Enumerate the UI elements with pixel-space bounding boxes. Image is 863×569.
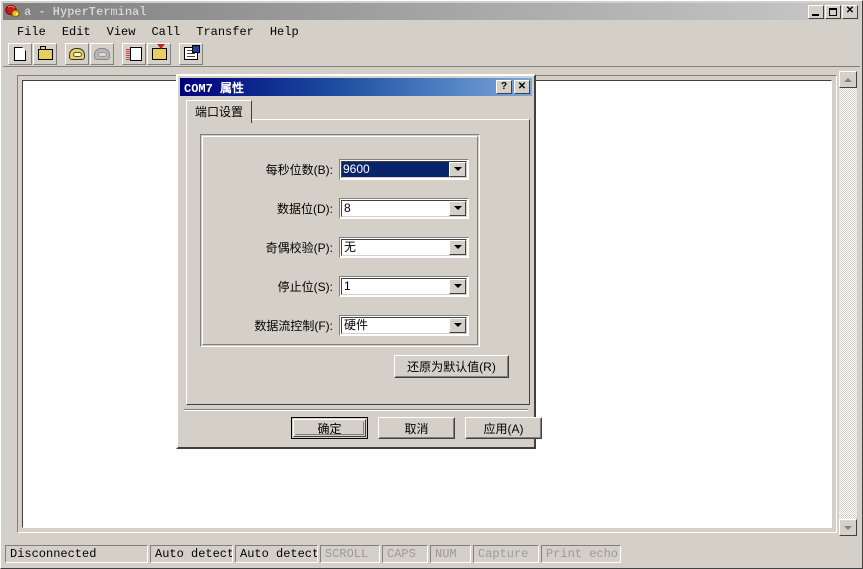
dialog-help-button[interactable]: ? bbox=[496, 80, 512, 94]
send-file-icon bbox=[126, 46, 142, 61]
terminal-vertical-scrollbar[interactable] bbox=[839, 71, 857, 536]
status-protocol: Auto detect bbox=[150, 545, 233, 563]
chevron-down-icon bbox=[844, 525, 852, 530]
combo-arrow-data-bits[interactable] bbox=[449, 200, 466, 216]
maximize-button[interactable] bbox=[825, 4, 841, 19]
menu-item-view[interactable]: View bbox=[99, 24, 144, 40]
hyperterminal-window: a - HyperTerminal File Edit View Call Tr… bbox=[0, 0, 863, 569]
dialog-tabstrip: 端口设置 bbox=[186, 100, 526, 123]
dialog-titlebar[interactable]: COM7 属性 ? ✕ bbox=[180, 78, 532, 96]
field-flow-control: 数据流控制(F): 硬件 bbox=[201, 314, 481, 336]
window-controls bbox=[807, 4, 858, 19]
scroll-down-button[interactable] bbox=[839, 519, 857, 536]
combo-value-data-bits: 8 bbox=[344, 200, 351, 215]
combo-stop-bits[interactable]: 1 bbox=[339, 275, 469, 297]
status-caps: CAPS bbox=[382, 545, 428, 563]
scroll-up-button[interactable] bbox=[839, 71, 857, 88]
window-title: a - HyperTerminal bbox=[24, 4, 147, 19]
dialog-title: COM7 属性 bbox=[184, 81, 245, 96]
toolbar bbox=[3, 41, 860, 67]
combo-bits-per-second[interactable]: 9600 bbox=[339, 158, 469, 180]
menubar: File Edit View Call Transfer Help bbox=[3, 22, 860, 41]
combo-arrow-bits-per-second[interactable] bbox=[449, 161, 466, 177]
combo-value-bits-per-second: 9600 bbox=[342, 161, 451, 177]
menu-item-call[interactable]: Call bbox=[143, 24, 188, 40]
new-connection-icon bbox=[14, 46, 26, 61]
status-scroll: SCROLL bbox=[320, 545, 380, 563]
window-titlebar[interactable]: a - HyperTerminal bbox=[3, 3, 860, 20]
menu-item-transfer[interactable]: Transfer bbox=[188, 24, 262, 40]
tab-port-settings[interactable]: 端口设置 bbox=[186, 100, 253, 123]
menu-item-edit[interactable]: Edit bbox=[54, 24, 99, 40]
combo-parity[interactable]: 无 bbox=[339, 236, 469, 258]
menu-item-help[interactable]: Help bbox=[262, 24, 307, 40]
combo-data-bits[interactable]: 8 bbox=[339, 197, 469, 219]
toolbar-properties-button[interactable] bbox=[179, 42, 203, 65]
status-connection: Disconnected bbox=[5, 545, 148, 563]
field-data-bits: 数据位(D): 8 bbox=[201, 197, 481, 219]
status-baud: Auto detect bbox=[235, 545, 318, 563]
minimize-button[interactable] bbox=[808, 4, 824, 19]
status-print-echo: Print echo bbox=[541, 545, 621, 563]
status-capture: Capture bbox=[473, 545, 539, 563]
toolbar-hangup-button bbox=[90, 42, 114, 65]
field-parity: 奇偶校验(P): 无 bbox=[201, 236, 481, 258]
ok-button[interactable]: 确定 bbox=[291, 417, 368, 439]
combo-arrow-parity[interactable] bbox=[449, 239, 466, 255]
toolbar-new-connection-button[interactable] bbox=[8, 42, 32, 65]
dialog-close-button[interactable]: ✕ bbox=[514, 80, 530, 94]
field-stop-bits: 停止位(S): 1 bbox=[201, 275, 481, 297]
dialog-tabpage: 每秒位数(B): 9600 数据位(D): 8 奇偶校验(P): 无 停止位(S… bbox=[186, 119, 530, 405]
combo-value-parity: 无 bbox=[344, 239, 357, 254]
field-label-bits-per-second: 每秒位数(B): bbox=[265, 162, 333, 177]
apply-button[interactable]: 应用(A) bbox=[465, 417, 542, 439]
field-label-stop-bits: 停止位(S): bbox=[277, 279, 333, 294]
hangup-icon bbox=[94, 47, 110, 60]
com-properties-dialog: COM7 属性 ? ✕ 端口设置 每秒位数(B): 9600 数据位(D): 8… bbox=[176, 74, 542, 449]
toolbar-send-file-button[interactable] bbox=[122, 42, 146, 65]
apply-button-label: 应用(A) bbox=[466, 418, 541, 438]
restore-defaults-button[interactable]: 还原为默认值(R) bbox=[394, 355, 509, 378]
field-label-parity: 奇偶校验(P): bbox=[265, 240, 333, 255]
field-label-data-bits: 数据位(D): bbox=[277, 201, 333, 216]
statusbar: Disconnected Auto detect Auto detect SCR… bbox=[3, 542, 860, 566]
settings-groupbox: 每秒位数(B): 9600 数据位(D): 8 奇偶校验(P): 无 停止位(S… bbox=[200, 134, 480, 347]
receive-file-icon bbox=[151, 43, 167, 60]
field-bits-per-second: 每秒位数(B): 9600 bbox=[201, 158, 481, 180]
ok-button-label: 确定 bbox=[295, 421, 364, 436]
chevron-up-icon bbox=[844, 77, 852, 82]
properties-icon bbox=[184, 45, 200, 60]
dialog-separator bbox=[184, 409, 528, 411]
combo-arrow-flow-control[interactable] bbox=[449, 317, 466, 333]
close-button[interactable] bbox=[842, 4, 858, 19]
toolbar-call-button[interactable] bbox=[65, 42, 89, 65]
toolbar-open-button[interactable] bbox=[33, 42, 57, 65]
combo-arrow-stop-bits[interactable] bbox=[449, 278, 466, 294]
toolbar-receive-file-button[interactable] bbox=[147, 42, 171, 65]
combo-value-flow-control: 硬件 bbox=[344, 317, 369, 332]
field-label-flow-control: 数据流控制(F): bbox=[254, 318, 333, 333]
combo-value-stop-bits: 1 bbox=[344, 278, 351, 293]
hyperterminal-icon bbox=[5, 4, 21, 19]
combo-flow-control[interactable]: 硬件 bbox=[339, 314, 469, 336]
restore-defaults-label: 还原为默认值(R) bbox=[395, 356, 508, 377]
cancel-button[interactable]: 取消 bbox=[378, 417, 455, 439]
menu-item-file[interactable]: File bbox=[9, 24, 54, 40]
call-icon bbox=[69, 47, 85, 60]
status-num: NUM bbox=[430, 545, 471, 563]
open-icon bbox=[37, 46, 53, 60]
cancel-button-label: 取消 bbox=[379, 418, 454, 438]
